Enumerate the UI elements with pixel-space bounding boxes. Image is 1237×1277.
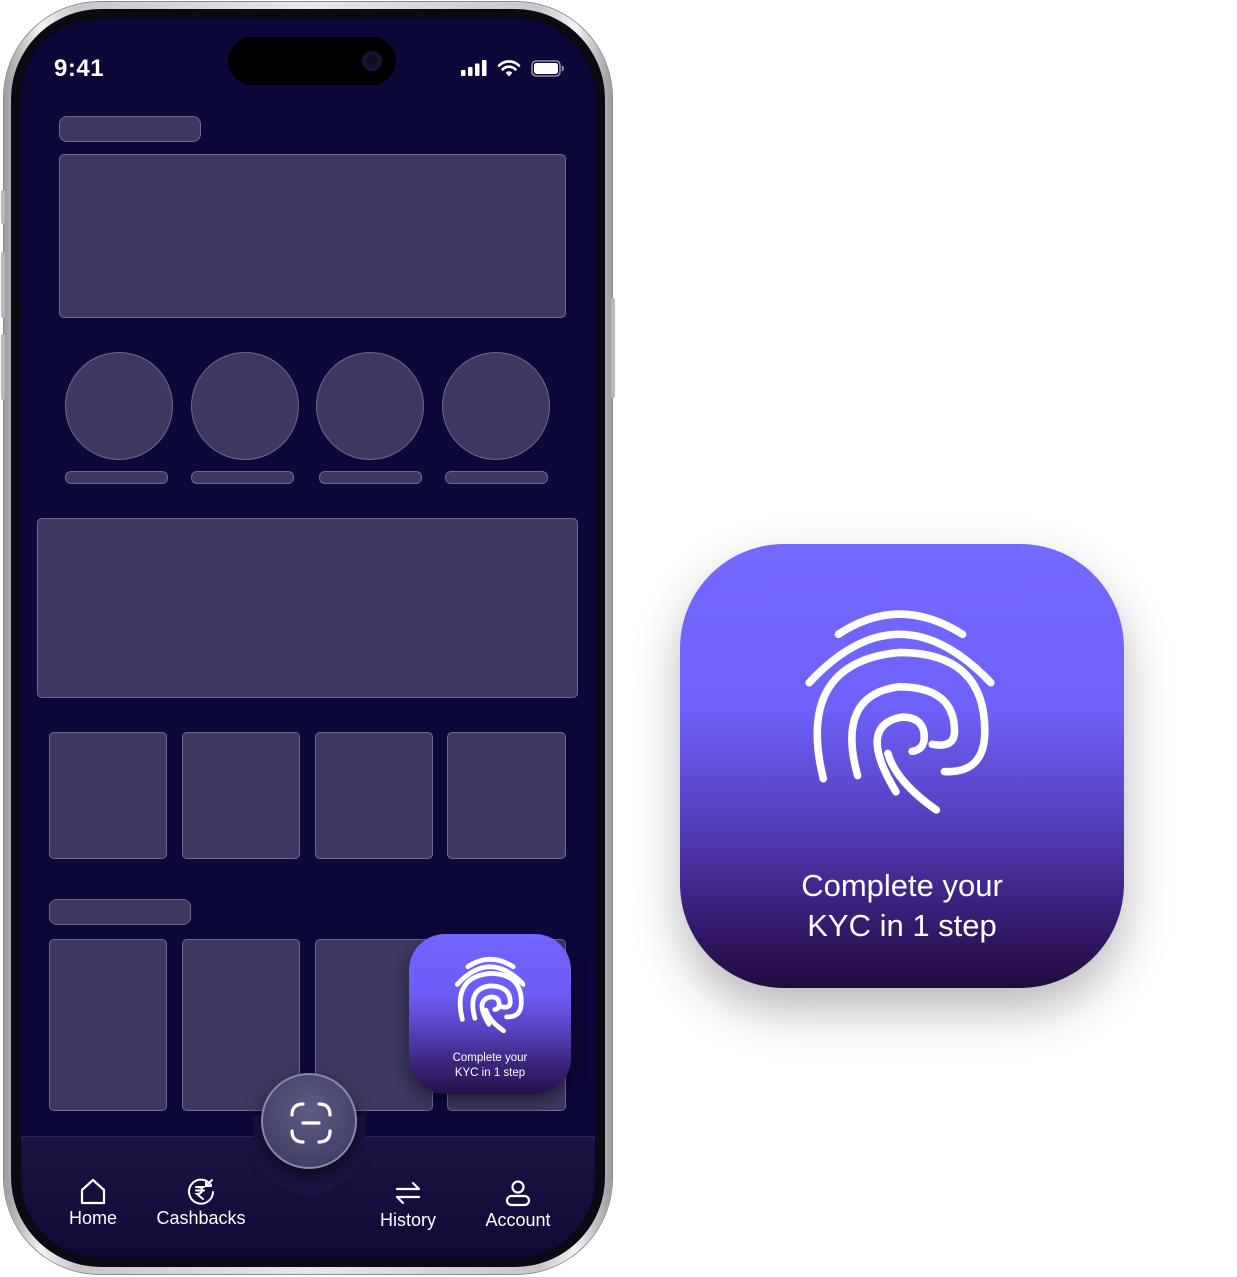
nav-home-label: Home	[68, 1208, 117, 1228]
skeleton-promo-card	[37, 518, 578, 698]
skeleton-label	[65, 471, 168, 484]
scan-icon	[290, 1102, 332, 1144]
status-time: 9:41	[54, 55, 105, 82]
fingerprint-icon	[455, 956, 525, 1034]
kyc-card-text: Complete your KYC in 1 step	[680, 866, 1124, 946]
rupee-cashback-icon	[188, 1178, 214, 1205]
kyc-card-line2: KYC in 1 step	[454, 1066, 526, 1079]
skeleton-tile	[447, 732, 566, 859]
kyc-card-line2: KYC in 1 step	[807, 908, 997, 943]
camera-icon	[362, 51, 382, 71]
nav-account[interactable]: Account	[458, 1178, 578, 1231]
nav-account-label: Account	[485, 1210, 551, 1230]
action-button	[1, 190, 5, 224]
nav-history[interactable]: History	[348, 1178, 468, 1231]
skeleton-avatar	[191, 352, 299, 460]
scan-button[interactable]	[261, 1073, 357, 1169]
skeleton-tile	[315, 732, 433, 859]
volume-down-button	[1, 334, 5, 400]
skeleton-tall-card	[49, 939, 167, 1111]
dynamic-island	[228, 37, 396, 85]
nav-cashbacks-label: Cashbacks	[156, 1208, 246, 1228]
kyc-prompt-card[interactable]: Complete your KYC in 1 step	[409, 934, 571, 1094]
home-icon	[80, 1178, 106, 1205]
skeleton-label	[191, 471, 294, 484]
kyc-card-line1: Complete your	[452, 1052, 528, 1064]
kyc-card-enlarged: Complete your KYC in 1 step	[680, 544, 1124, 988]
power-button	[611, 298, 615, 398]
transfer-arrows-icon	[395, 1181, 421, 1205]
status-icons	[461, 59, 565, 77]
kyc-card-line1: Complete your	[801, 868, 1003, 903]
signal-icon	[461, 60, 487, 76]
battery-icon	[531, 59, 564, 77]
nav-home[interactable]: Home	[33, 1176, 153, 1229]
skeleton-tile	[182, 732, 300, 859]
skeleton-section-title	[49, 899, 191, 925]
phone-frame: 9:41 Complete your KYC in 1 step Home Ca…	[1, 2, 615, 1274]
skeleton-label	[445, 471, 548, 484]
kyc-card-text: Complete your KYC in 1 step	[409, 1051, 571, 1080]
phone-screen: 9:41 Complete your KYC in 1 step Home Ca…	[21, 19, 595, 1257]
skeleton-label	[319, 471, 422, 484]
wifi-icon	[497, 60, 521, 77]
nav-history-label: History	[379, 1210, 436, 1230]
nav-cashbacks[interactable]: Cashbacks	[141, 1176, 261, 1229]
skeleton-tile	[49, 732, 167, 859]
volume-up-button	[1, 252, 5, 318]
user-icon	[505, 1180, 531, 1207]
skeleton-avatar	[316, 352, 424, 460]
skeleton-avatar	[65, 352, 173, 460]
skeleton-avatar	[442, 352, 550, 460]
fingerprint-icon	[805, 610, 995, 814]
skeleton-title	[59, 116, 201, 142]
skeleton-banner	[59, 154, 566, 318]
